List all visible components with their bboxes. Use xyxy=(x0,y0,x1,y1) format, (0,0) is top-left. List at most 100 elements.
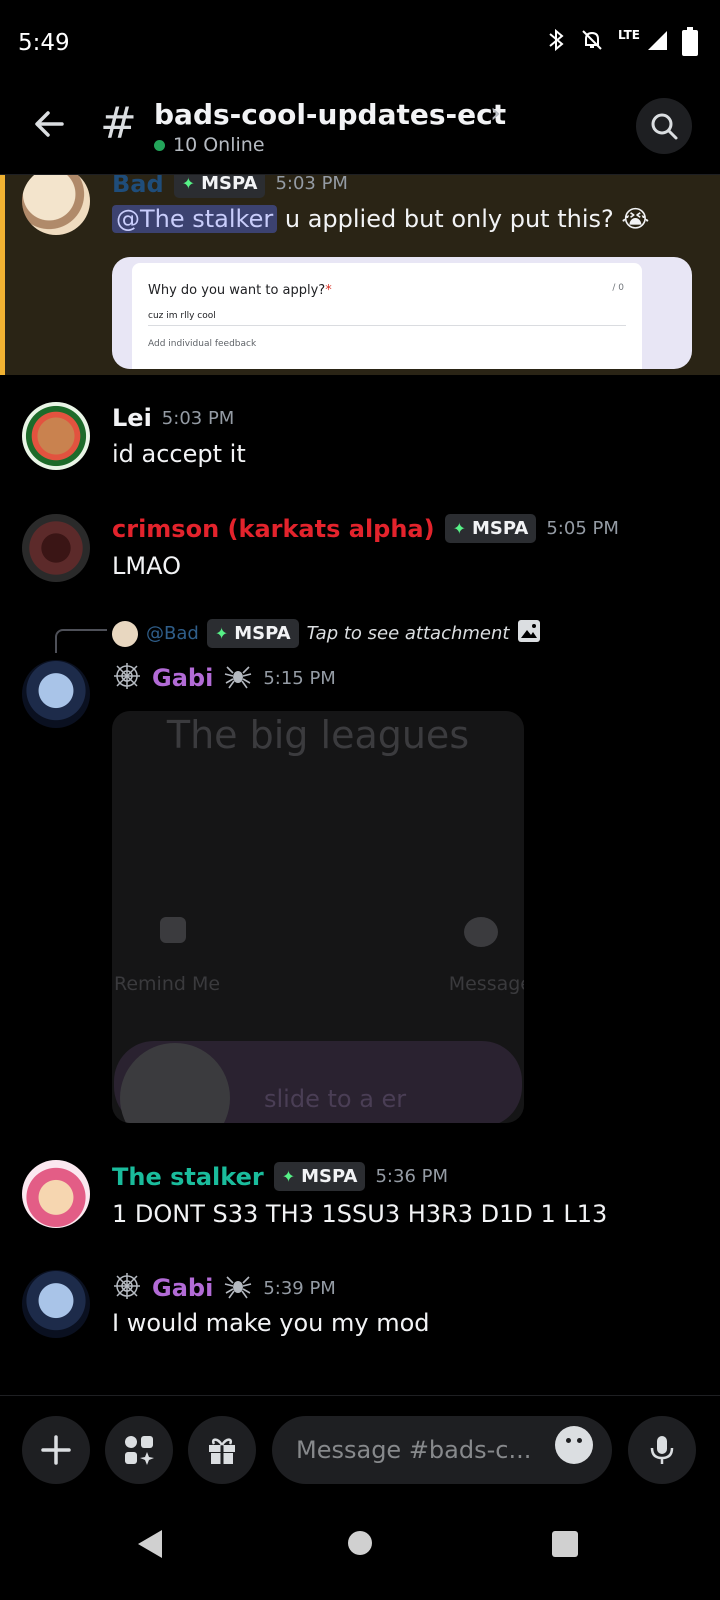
online-dot-icon xyxy=(154,139,165,151)
form-screenshot-image[interactable]: Why do you want to apply?* / 0 cuz im rl… xyxy=(112,257,692,369)
nav-back-icon[interactable] xyxy=(138,1530,162,1558)
avatar[interactable] xyxy=(22,402,90,470)
message-text: I would make you my mod xyxy=(112,1309,430,1337)
add-attachment-button[interactable] xyxy=(22,1416,90,1484)
alarm-icon xyxy=(160,917,186,943)
message-item[interactable]: Gabi 5:39 PM I would make you my mod xyxy=(0,1269,720,1359)
message-content: u applied but only put this? 😭 xyxy=(277,205,650,233)
author-name[interactable]: Gabi xyxy=(152,1274,213,1302)
message-header: crimson (karkats alpha) ✦ MSPA 5:05 PM xyxy=(112,514,619,543)
message-header: The stalker ✦ MSPA 5:36 PM xyxy=(112,1162,448,1191)
signal-icon xyxy=(646,29,668,57)
timestamp: 5:03 PM xyxy=(161,407,235,429)
nav-recents-icon[interactable] xyxy=(552,1531,578,1557)
online-label: 10 Online xyxy=(173,134,265,156)
spider-icon xyxy=(223,1271,253,1305)
reply-author: @Bad xyxy=(146,623,199,644)
form-answer: cuz im rlly cool xyxy=(148,311,216,321)
message-header: Bad ✦ MSPA 5:03 PM xyxy=(112,175,348,198)
timestamp: 5:03 PM xyxy=(275,175,348,194)
timestamp: 5:05 PM xyxy=(546,518,619,539)
user-mention[interactable]: @The stalker xyxy=(112,205,278,233)
badge-label: MSPA xyxy=(472,518,529,539)
avatar[interactable] xyxy=(22,1160,90,1228)
apps-button[interactable] xyxy=(105,1416,173,1484)
online-count: 10 Online xyxy=(154,134,265,156)
diamond-icon: ✦ xyxy=(214,624,229,643)
reply-text: Tap to see attachment xyxy=(306,623,510,644)
timestamp: 5:36 PM xyxy=(375,1166,448,1187)
diamond-icon: ✦ xyxy=(181,175,196,193)
reply-avatar xyxy=(112,620,138,647)
message-header: Gabi 5:15 PM xyxy=(112,661,336,695)
message-feed[interactable]: Bad ✦ MSPA 5:03 PM @The stalker u applied… xyxy=(0,175,720,1410)
author-name[interactable]: Gabi xyxy=(152,664,213,692)
message-item[interactable]: @Bad ✦ MSPA Tap to see attachment Gabi 5:… xyxy=(0,619,720,1139)
form-card: Why do you want to apply?* / 0 cuz im rl… xyxy=(132,263,642,369)
message-text: id accept it xyxy=(112,440,246,468)
timestamp: 5:15 PM xyxy=(263,667,336,689)
message-text: 1 DONT S33 TH3 1SSU3 H3R3 D1D 1 L13 xyxy=(112,1200,608,1228)
search-button[interactable] xyxy=(636,98,692,154)
reply-preview[interactable]: @Bad ✦ MSPA Tap to see attachment xyxy=(112,619,541,648)
status-time: 5:49 xyxy=(18,30,70,56)
author-name[interactable]: The stalker xyxy=(112,1163,264,1191)
microphone-icon xyxy=(650,1436,674,1464)
timestamp: 5:39 PM xyxy=(263,1277,336,1299)
attachment-left-label: Remind Me xyxy=(114,973,221,995)
author-name[interactable]: crimson (karkats alpha) xyxy=(112,515,435,543)
gift-icon xyxy=(209,1438,235,1464)
chevron-right-icon[interactable]: › xyxy=(490,96,501,129)
message-item[interactable]: Bad ✦ MSPA 5:03 PM @The stalker u applied… xyxy=(0,175,720,375)
status-icons: LTE xyxy=(546,27,698,58)
emoji-button[interactable] xyxy=(555,1426,593,1464)
message-text: LMAO xyxy=(112,552,181,580)
role-badge: ✦ MSPA xyxy=(206,619,299,648)
form-feedback: Add individual feedback xyxy=(148,339,257,349)
message-item[interactable]: The stalker ✦ MSPA 5:36 PM 1 DONT S33 TH3… xyxy=(0,1158,720,1248)
avatar[interactable] xyxy=(22,1270,90,1338)
slider-text: slide to a er xyxy=(264,1085,407,1113)
channel-header: # bads-cool-updates-ect › 10 Online xyxy=(0,84,720,175)
back-button[interactable] xyxy=(28,104,72,148)
spiderweb-icon xyxy=(112,661,142,695)
gift-button[interactable] xyxy=(188,1416,256,1484)
mute-bell-icon xyxy=(580,28,604,58)
apps-icon xyxy=(125,1436,154,1465)
reply-connector xyxy=(55,629,107,653)
form-question-text: Why do you want to apply? xyxy=(148,283,326,298)
message-item[interactable]: crimson (karkats alpha) ✦ MSPA 5:05 PM LM… xyxy=(0,512,720,602)
plus-icon xyxy=(41,1435,71,1465)
voice-message-button[interactable] xyxy=(628,1416,696,1484)
message-item[interactable]: Lei 5:03 PM id accept it xyxy=(0,400,720,490)
message-composer: Message #bads-c... xyxy=(0,1395,720,1496)
badge-label: MSPA xyxy=(301,1166,358,1187)
author-name[interactable]: Bad xyxy=(112,175,164,198)
required-mark: * xyxy=(325,283,332,298)
system-nav-bar xyxy=(0,1505,720,1600)
message-header: Gabi 5:39 PM xyxy=(112,1271,336,1305)
attachment-right-label: Message xyxy=(448,973,524,995)
avatar[interactable] xyxy=(22,660,90,728)
spider-icon xyxy=(223,661,253,695)
form-question: Why do you want to apply?* xyxy=(148,283,332,298)
channel-hash-icon: # xyxy=(100,98,137,149)
channel-title[interactable]: bads-cool-updates-ect xyxy=(154,98,506,131)
form-divider xyxy=(148,325,626,326)
back-arrow-icon xyxy=(35,111,64,137)
message-text: @The stalker u applied but only put this… xyxy=(112,205,649,233)
role-badge: ✦ MSPA xyxy=(273,1162,366,1191)
avatar[interactable] xyxy=(22,514,90,582)
diamond-icon: ✦ xyxy=(281,1167,296,1186)
status-bar: 5:49 LTE xyxy=(0,0,720,84)
attachment-title: The big leagues xyxy=(166,713,470,757)
author-name[interactable]: Lei xyxy=(112,404,152,432)
image-attachment[interactable]: The big leagues Remind Me Message slide … xyxy=(112,711,524,1123)
spiderweb-icon xyxy=(112,1271,142,1305)
nav-home-icon[interactable] xyxy=(348,1531,372,1555)
message-bubble-icon xyxy=(464,917,498,947)
image-icon xyxy=(517,619,541,648)
badge-label: MSPA xyxy=(234,623,291,644)
badge-label: MSPA xyxy=(201,175,258,194)
diamond-icon: ✦ xyxy=(452,519,466,538)
